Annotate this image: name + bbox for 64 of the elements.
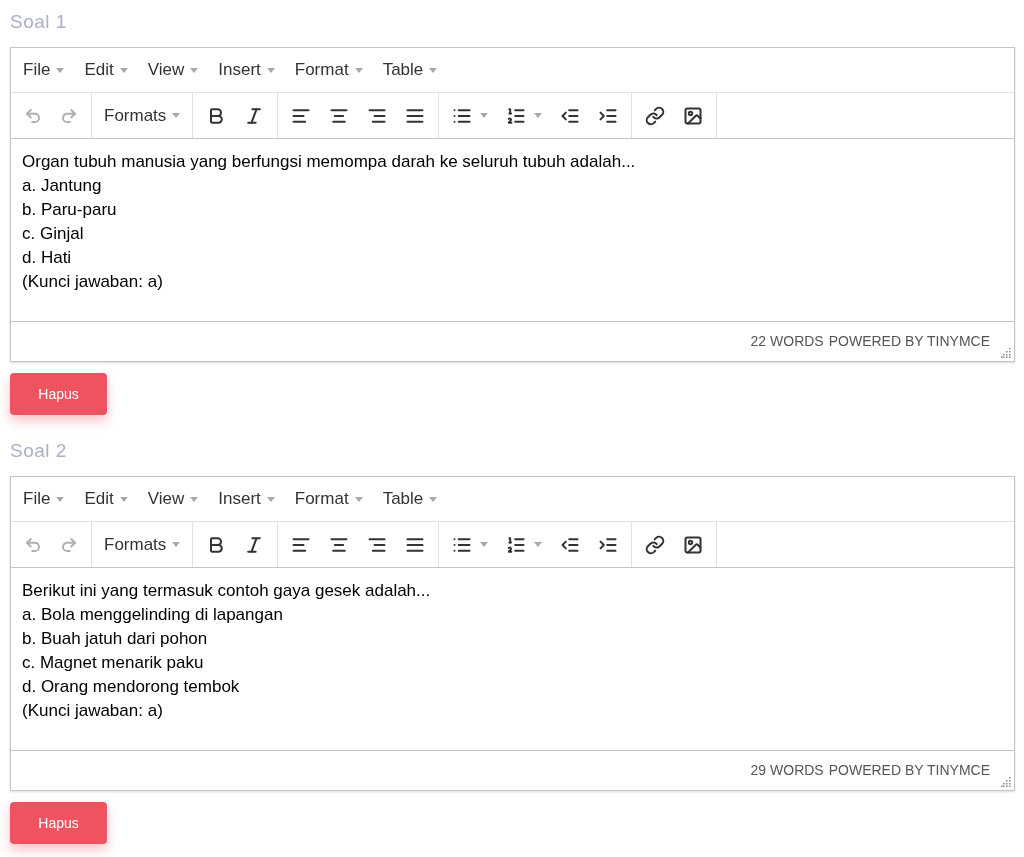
caret-icon [354,67,363,73]
resize-handle-icon [1001,348,1011,358]
content-line: a. Jantung [22,175,102,197]
menu-item[interactable]: Insert [208,53,285,87]
menu-item[interactable]: View [137,482,209,516]
caret-icon [429,496,438,502]
caret-icon [534,113,543,118]
content-line: c. Magnet menarik paku [22,652,204,674]
link-icon [645,534,666,555]
menu-item[interactable]: File [13,53,75,87]
caret-icon [266,67,275,73]
word-count: 22 WORDS [750,332,824,351]
caret-icon [119,67,128,73]
caret-icon [480,542,489,547]
content-line: Organ tubuh manusia yang berfungsi memompa darah ke seluruh tubuh adalah... [22,151,636,173]
menu-item[interactable]: View [137,53,209,87]
redo-icon [60,106,78,125]
content-line: b. Paru-paru [22,199,117,221]
content-line: d. Hati [22,247,72,269]
question-label: Soal 1 [10,10,67,34]
caret-icon [266,496,275,502]
caret-icon [534,542,543,547]
content-line: a. Bola menggelinding di lapangan [22,604,283,626]
caret-icon [56,67,65,73]
menu-item[interactable]: Table [372,482,448,516]
caret-icon [190,67,199,73]
image-icon [683,534,704,555]
powered-by-text: POWERED BY TINYMCE [828,761,990,780]
menu-item[interactable]: Edit [74,482,138,516]
word-count: 29 WORDS [750,761,824,780]
caret-icon [172,542,181,547]
numbered-list-icon [506,534,527,555]
caret-icon [119,496,128,502]
resize-handle-icon [1001,777,1011,787]
content-line: b. Buah jatuh dari pohon [22,628,208,650]
content-line: (Kunci jawaban: a) [22,700,163,722]
caret-icon [172,113,181,118]
caret-icon [480,113,489,118]
content-line: (Kunci jawaban: a) [22,271,163,293]
undo-icon [24,535,42,554]
menu-item[interactable]: Format [284,53,373,87]
formats-dropdown[interactable]: Formats [96,527,189,562]
caret-icon [354,496,363,502]
formats-dropdown[interactable]: Formats [96,98,189,133]
editor-content[interactable]: Organ tubuh manusia yang berfungsi memompa darah ke seluruh tubuh adalah... a. Jantung b. Paru-paru c. Ginjal d. Hati (Kunci jawaban: a) [11,139,1014,322]
menu-item[interactable]: Edit [74,53,138,87]
content-line: d. Orang mendorong tembok [22,676,240,698]
undo-icon [24,106,42,125]
caret-icon [56,496,65,502]
content-line: c. Ginjal [22,223,84,245]
caret-icon [429,67,438,73]
redo-icon [60,535,78,554]
content-line: Berikut ini yang termasuk contoh gaya gesek adalah... [22,580,431,602]
question-label: Soal 2 [10,439,67,463]
menu-item[interactable]: Insert [208,482,285,516]
caret-icon [190,496,199,502]
editor-content[interactable]: Berikut ini yang termasuk contoh gaya gesek adalah... a. Bola menggelinding di lapangan b. Buah jatuh dari pohon c. Magnet menarik paku d. Orang mendorong tembok (Kunci jawaban: a) [11,568,1014,751]
menu-item[interactable]: File [13,482,75,516]
link-icon [645,105,666,126]
numbered-list-icon [506,105,527,126]
menu-item[interactable]: Format [284,482,373,516]
menu-item[interactable]: Table [372,53,448,87]
powered-by-text: POWERED BY TINYMCE [828,332,990,351]
image-icon [683,105,704,126]
